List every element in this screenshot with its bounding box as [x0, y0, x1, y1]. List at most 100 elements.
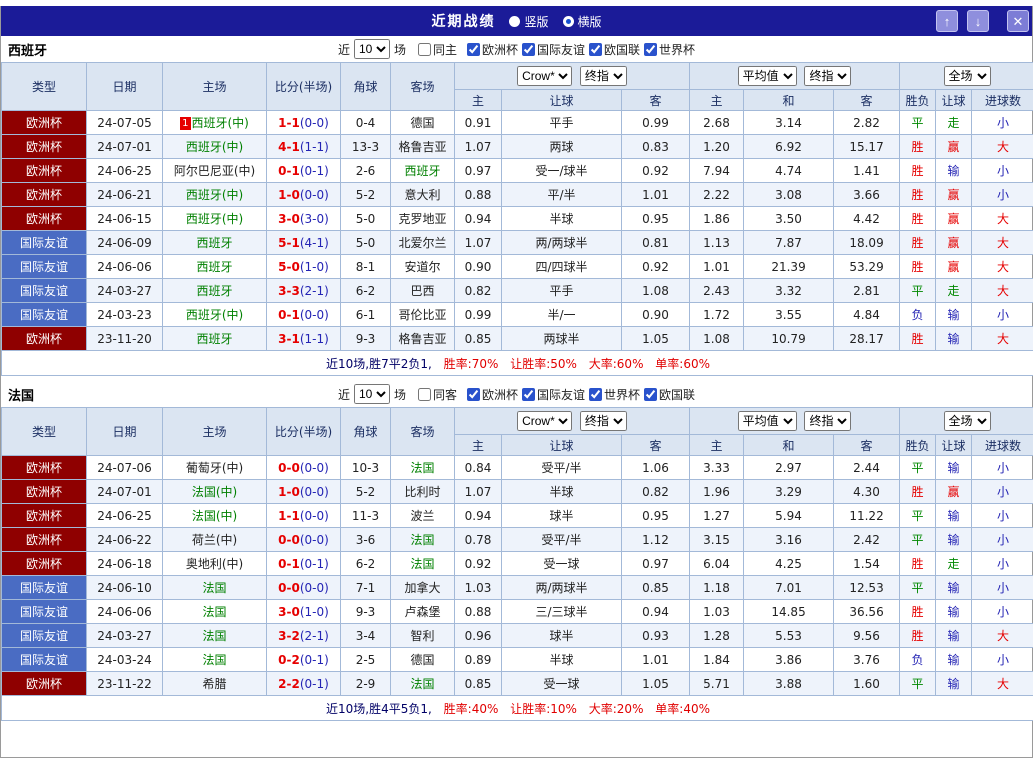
match-count-select[interactable]: 10 — [354, 39, 390, 59]
euro-draw-odds-cell: 2.97 — [744, 456, 834, 480]
half-time-score: (0-1) — [300, 164, 329, 178]
scroll-down-button[interactable]: ↓ — [967, 10, 989, 32]
asian-home-odds-cell: 0.84 — [455, 456, 502, 480]
comp-filter-friendly[interactable]: 国际友谊 — [522, 41, 585, 58]
comp-filter-nations-league-input[interactable] — [589, 43, 602, 56]
half-time-score: (0-0) — [300, 581, 329, 595]
away-team-cell: 加拿大 — [391, 576, 455, 600]
comp-filter-friendly-input[interactable] — [522, 43, 535, 56]
wdl-result-cell: 胜 — [900, 624, 936, 648]
col-euro-away: 客 — [834, 90, 900, 111]
same-away-checkbox[interactable]: 同客 — [418, 386, 457, 403]
half-time-score: (0-0) — [300, 485, 329, 499]
home-team-name: 西班牙(中) — [186, 188, 243, 202]
comp-filter-nations-league[interactable]: 欧国联 — [644, 386, 695, 403]
euro-time-select[interactable]: 终指 — [804, 411, 851, 431]
comp-filter-friendly-input[interactable] — [522, 388, 535, 401]
wdl-result-cell: 胜 — [900, 600, 936, 624]
comp-filter-friendly[interactable]: 国际友谊 — [522, 386, 585, 403]
home-team-name: 西班牙 — [196, 260, 232, 274]
odds-provider-select[interactable]: Crow* — [517, 66, 572, 86]
asian-away-odds-cell: 0.95 — [622, 504, 690, 528]
score-cell: 3-2(2-1) — [267, 624, 341, 648]
wdl-result-cell: 胜 — [900, 159, 936, 183]
comp-filter-euro[interactable]: 欧洲杯 — [467, 386, 518, 403]
half-time-score: (1-0) — [300, 260, 329, 274]
comp-filter-world-cup[interactable]: 世界杯 — [589, 386, 640, 403]
home-team-cell: 希腊 — [163, 672, 267, 696]
away-team-name: 法国 — [410, 557, 434, 571]
euro-provider-select[interactable]: 平均值 — [738, 66, 797, 86]
panel-title: 近期战绩 — [431, 11, 495, 31]
titlebar-buttons: ↑ ↓ ✕ — [927, 10, 1029, 32]
match-row: 国际友谊24-06-10法国0-0(0-0)7-1加拿大1.03两/两球半0.8… — [2, 576, 1033, 600]
comp-filter-euro-input[interactable] — [467, 43, 480, 56]
asian-home-odds-cell: 0.85 — [455, 672, 502, 696]
competition-cell: 欧洲杯 — [2, 207, 87, 231]
competition-cell: 国际友谊 — [2, 600, 87, 624]
score-cell: 1-0(0-0) — [267, 183, 341, 207]
away-team-cell: 克罗地亚 — [391, 207, 455, 231]
home-team-cell: 法国 — [163, 600, 267, 624]
handicap-cell: 受平/半 — [502, 528, 622, 552]
col-header-corner: 角球 — [341, 408, 391, 456]
comp-filter-world-cup[interactable]: 世界杯 — [644, 41, 695, 58]
date-cell: 24-06-09 — [87, 231, 163, 255]
team-section-spain: 西班牙 近 10 场 同主 欧洲杯 国际友谊 — [1, 36, 1032, 376]
layout-vertical-radio[interactable]: 竖版 — [509, 13, 548, 30]
date-cell: 24-06-10 — [87, 576, 163, 600]
same-home-checkbox[interactable]: 同主 — [418, 41, 457, 58]
away-team-cell: 德国 — [391, 648, 455, 672]
odds-time-select[interactable]: 终指 — [580, 411, 627, 431]
asian-home-odds-cell: 0.78 — [455, 528, 502, 552]
comp-filter-euro[interactable]: 欧洲杯 — [467, 41, 518, 58]
odds-time-select[interactable]: 终指 — [580, 66, 627, 86]
wdl-result-cell: 胜 — [900, 231, 936, 255]
comp-filter-world-cup-input[interactable] — [644, 43, 657, 56]
comp-filter-world-cup-input[interactable] — [589, 388, 602, 401]
asian-away-odds-cell: 1.01 — [622, 183, 690, 207]
close-button[interactable]: ✕ — [1007, 10, 1029, 32]
euro-draw-odds-cell: 7.87 — [744, 231, 834, 255]
date-cell: 24-07-01 — [87, 135, 163, 159]
home-team-name: 希腊 — [202, 677, 226, 691]
same-home-checkbox-input[interactable] — [418, 43, 431, 56]
layout-horizontal-radio[interactable]: 横版 — [563, 13, 602, 30]
asian-home-odds-cell: 0.92 — [455, 552, 502, 576]
asian-home-odds-cell: 0.88 — [455, 183, 502, 207]
scope-select[interactable]: 全场 — [944, 411, 991, 431]
scroll-up-button[interactable]: ↑ — [936, 10, 958, 32]
handicap-result-cell: 输 — [936, 528, 972, 552]
handicap-cell: 半球 — [502, 648, 622, 672]
away-team-name: 加拿大 — [404, 581, 440, 595]
home-team-name: 奥地利(中) — [186, 557, 243, 571]
asian-home-odds-cell: 0.90 — [455, 255, 502, 279]
comp-filter-euro-input[interactable] — [467, 388, 480, 401]
score-cell: 4-1(1-1) — [267, 135, 341, 159]
full-time-score: 2-2 — [278, 677, 300, 691]
comp-filter-nations-league[interactable]: 欧国联 — [589, 41, 640, 58]
up-arrow-icon: ↑ — [944, 14, 951, 29]
euro-away-odds-cell: 18.09 — [834, 231, 900, 255]
comp-filter-nations-league-input[interactable] — [644, 388, 657, 401]
handicap-result-cell: 输 — [936, 303, 972, 327]
scope-select[interactable]: 全场 — [944, 66, 991, 86]
section-team-name: 西班牙 — [8, 40, 47, 59]
same-away-checkbox-input[interactable] — [418, 388, 431, 401]
competition-cell: 欧洲杯 — [2, 552, 87, 576]
away-team-cell: 法国 — [391, 672, 455, 696]
euro-draw-odds-cell: 3.08 — [744, 183, 834, 207]
col-header-score: 比分(半场) — [267, 408, 341, 456]
corner-cell: 13-3 — [341, 135, 391, 159]
match-count-select[interactable]: 10 — [354, 384, 390, 404]
home-team-name: 西班牙(中) — [186, 212, 243, 226]
euro-provider-select[interactable]: 平均值 — [738, 411, 797, 431]
away-team-name: 法国 — [410, 677, 434, 691]
asian-away-odds-cell: 0.99 — [622, 111, 690, 135]
competition-cell: 欧洲杯 — [2, 528, 87, 552]
match-row: 国际友谊24-06-09西班牙5-1(4-1)5-0北爱尔兰1.07两/两球半0… — [2, 231, 1033, 255]
euro-draw-odds-cell: 3.14 — [744, 111, 834, 135]
home-team-name: 法国 — [202, 653, 226, 667]
odds-provider-select[interactable]: Crow* — [517, 411, 572, 431]
euro-time-select[interactable]: 终指 — [804, 66, 851, 86]
